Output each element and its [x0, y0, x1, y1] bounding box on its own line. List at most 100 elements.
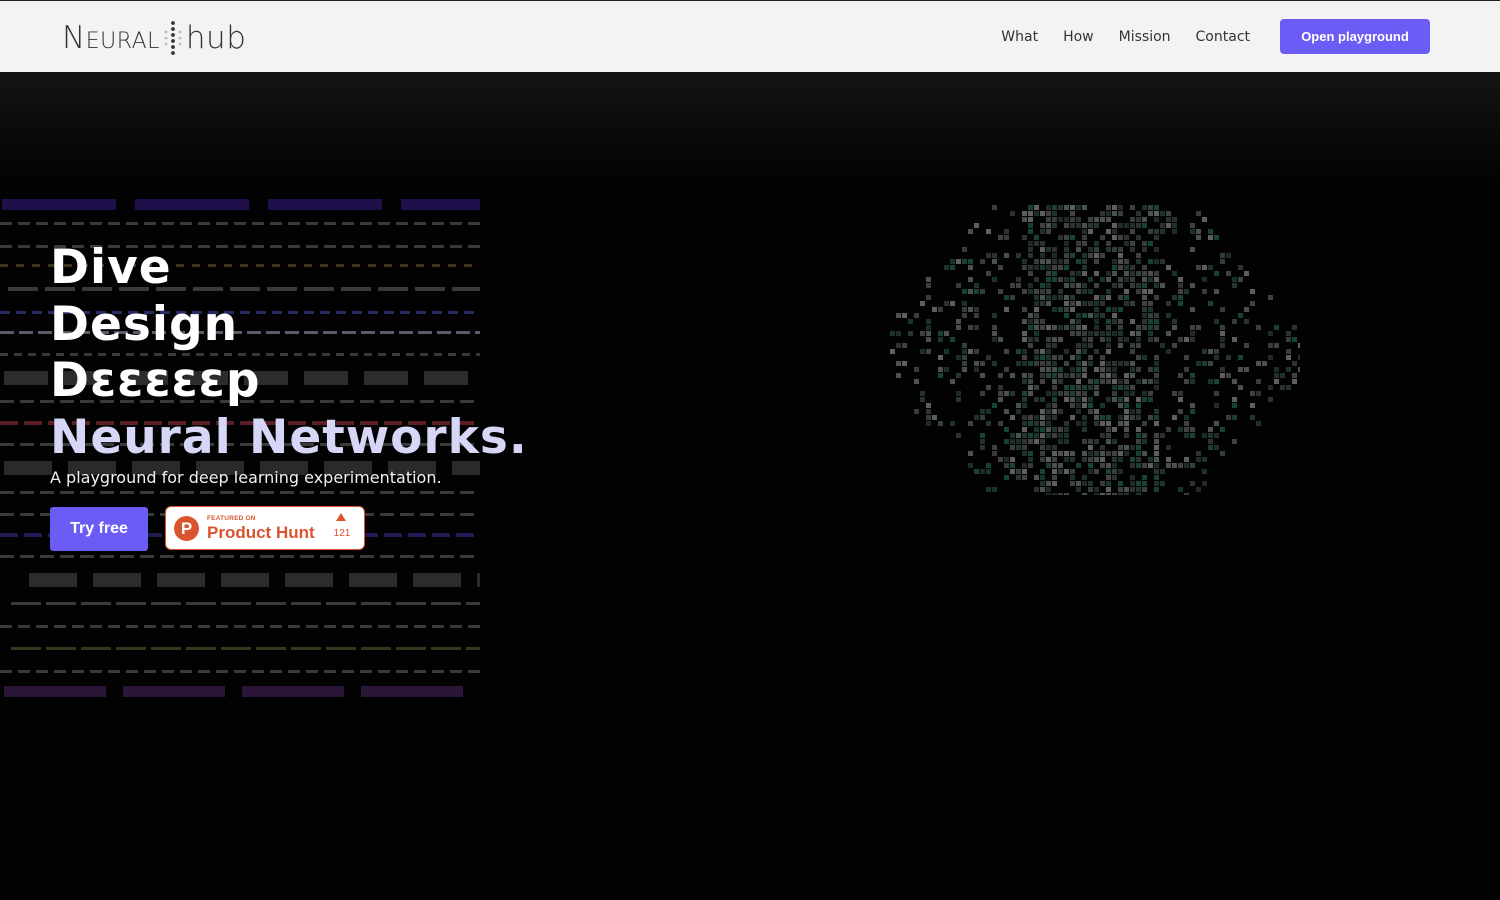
activation-cell	[1052, 379, 1057, 384]
activation-cell	[1124, 445, 1129, 450]
activation-cell	[1118, 397, 1123, 402]
activation-cell	[1046, 325, 1051, 330]
activation-cell	[1178, 397, 1183, 402]
activation-cell	[1256, 379, 1261, 384]
activation-cell	[1118, 445, 1123, 450]
activation-cell	[1196, 265, 1201, 270]
activation-cell	[950, 421, 955, 426]
activation-cell	[1106, 307, 1111, 312]
nav-link-what[interactable]: What	[1001, 29, 1038, 45]
activation-cell	[1130, 373, 1135, 378]
activation-cell	[1100, 301, 1105, 306]
activation-cell	[1070, 469, 1075, 474]
activation-cell	[1064, 349, 1069, 354]
layer-stripe-segment	[256, 602, 286, 605]
product-hunt-badge[interactable]: P FEATURED ON Product Hunt 121	[165, 506, 365, 550]
activation-cell	[1022, 451, 1027, 456]
activation-cell	[908, 319, 913, 324]
activation-cell	[1124, 373, 1129, 378]
nav-link-mission[interactable]: Mission	[1119, 29, 1171, 45]
activation-cell	[1046, 409, 1051, 414]
layer-stripe-segment	[220, 491, 234, 494]
activation-cell	[1076, 373, 1081, 378]
activation-cell	[1238, 265, 1243, 270]
layer-stripe-segment	[285, 573, 333, 587]
open-playground-button[interactable]: Open playground	[1280, 19, 1430, 54]
activation-cell	[1220, 451, 1225, 456]
nav-link-contact[interactable]: Contact	[1196, 29, 1250, 45]
layer-stripe-segment	[11, 602, 41, 605]
layer-stripe-segment	[360, 555, 374, 558]
activation-cell	[1100, 403, 1105, 408]
activation-cell	[1004, 307, 1009, 312]
activation-cell	[1118, 337, 1123, 342]
layer-stripe-segment	[477, 573, 480, 587]
activation-cell	[1124, 265, 1129, 270]
activation-cell	[1268, 397, 1273, 402]
layer-stripe-segment	[16, 311, 26, 314]
try-free-button[interactable]: Try free	[50, 507, 148, 551]
activation-cell	[1130, 445, 1135, 450]
activation-cell	[980, 409, 985, 414]
activation-cell	[1154, 217, 1159, 222]
activation-cell	[1040, 355, 1045, 360]
activation-cell	[1286, 337, 1291, 342]
activation-cell	[980, 373, 985, 378]
activation-cell	[1196, 457, 1201, 462]
activation-cell	[1136, 427, 1141, 432]
activation-cell	[1196, 361, 1201, 366]
activation-cell	[956, 325, 961, 330]
hero-subtitle: A playground for deep learning experimen…	[50, 468, 442, 487]
activation-cell	[1028, 313, 1033, 318]
activation-cell	[1076, 385, 1081, 390]
layer-stripe-segment	[140, 491, 154, 494]
activation-cell	[1064, 439, 1069, 444]
activation-cell	[1040, 475, 1045, 480]
activation-cell	[1094, 253, 1099, 258]
activation-cell	[1136, 271, 1141, 276]
activation-cell	[1010, 439, 1015, 444]
activation-cell	[1214, 403, 1219, 408]
activation-cell	[1136, 481, 1141, 486]
activation-cell	[914, 409, 919, 414]
activation-cell	[1058, 217, 1063, 222]
neuralhub-logo[interactable]: Neural hub	[62, 19, 246, 57]
activation-cell	[992, 403, 997, 408]
activation-cell	[980, 391, 985, 396]
layer-stripe-segment	[36, 222, 48, 225]
activation-cell	[1208, 301, 1213, 306]
activation-cell	[1094, 259, 1099, 264]
activation-cell	[1016, 445, 1021, 450]
activation-cell	[980, 415, 985, 420]
activation-cell	[1112, 229, 1117, 234]
activation-cell	[1208, 445, 1213, 450]
layer-stripe-segment	[378, 625, 390, 628]
layer-stripe-segment	[460, 555, 474, 558]
activation-cell	[1046, 277, 1051, 282]
layer-stripe-segment	[468, 670, 480, 673]
layer-stripe-segment	[306, 625, 318, 628]
activation-cell	[1130, 367, 1135, 372]
layer-stripe-segment	[380, 513, 394, 516]
activation-cell	[1082, 205, 1087, 210]
layer-stripe-segment	[18, 245, 30, 248]
activation-cell	[1094, 217, 1099, 222]
activation-cell	[926, 295, 931, 300]
activation-cell	[1292, 373, 1297, 378]
activation-cell	[1124, 271, 1129, 276]
activation-cell	[1136, 403, 1141, 408]
layer-stripe-segment	[54, 625, 66, 628]
nav-link-how[interactable]: How	[1063, 29, 1094, 45]
activation-cell	[1010, 391, 1015, 396]
activation-cell	[1190, 481, 1195, 486]
activation-cell	[1142, 475, 1147, 480]
activation-cell	[1124, 289, 1129, 294]
activation-cell	[1088, 361, 1093, 366]
activation-cell	[1046, 373, 1051, 378]
layer-stripe-segment	[0, 264, 8, 267]
activation-cell	[1160, 433, 1165, 438]
activation-cell	[1004, 427, 1009, 432]
activation-cell	[968, 307, 973, 312]
activation-cell	[1082, 241, 1087, 246]
activation-cell	[1106, 427, 1111, 432]
